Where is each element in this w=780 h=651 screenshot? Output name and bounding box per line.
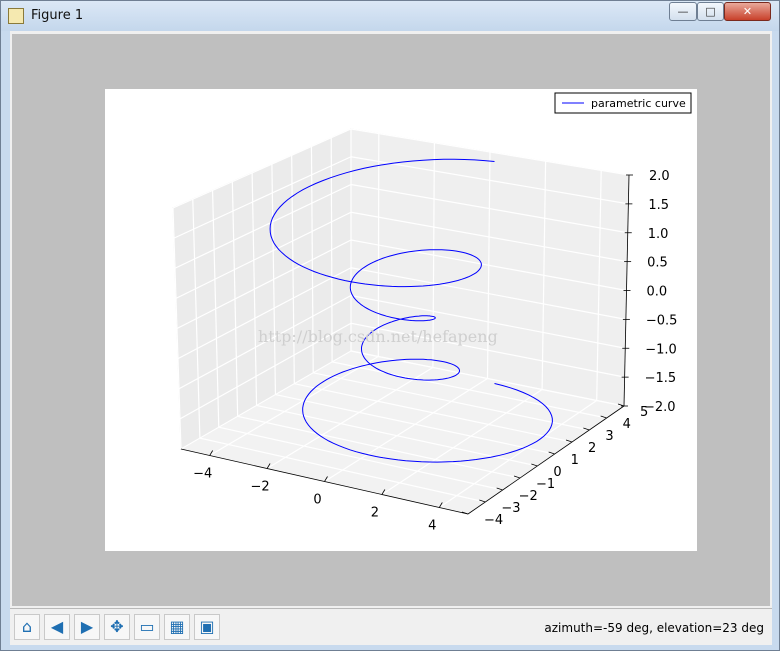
plot-canvas-area[interactable]: −4 −2 0 2 4 −4 −3 −2 −1 0 1 2 3 4 5 2.0 1.5 1.0 0.5 0.0 −0.5… <box>12 34 770 606</box>
y-tick-label: 4 <box>623 417 631 432</box>
navigation-toolbar: azimuth=-59 deg, elevation=23 deg ⌂ ◀ ▶ ✥ ▭ ▦… <box>10 608 772 645</box>
maximize-button[interactable]: □ <box>697 2 724 21</box>
title-bar[interactable]: Figure 1 — □ ✕ <box>1 1 779 31</box>
forward-arrow-icon[interactable]: ▶ <box>74 614 100 640</box>
z-tick-label: 1.0 <box>648 227 669 242</box>
app-icon <box>8 8 24 24</box>
status-readout: azimuth=-59 deg, elevation=23 deg <box>544 621 764 635</box>
y-tick-label: 3 <box>605 429 613 444</box>
z-tick-label: −2.0 <box>644 400 676 415</box>
y-tick-label: 2 <box>588 441 596 456</box>
z-tick-label: −0.5 <box>646 313 678 328</box>
y-tick-label: −2 <box>519 489 538 504</box>
z-tick-label: 0.0 <box>647 285 668 300</box>
save-floppy-icon[interactable]: ▣ <box>194 614 220 640</box>
close-button[interactable]: ✕ <box>724 2 771 21</box>
z-tick-label: −1.0 <box>645 342 677 357</box>
figure-window: Figure 1 — □ ✕ −4 −2 0 2 4 −4 −3 −2 −1 0 1 2 3 4 5 2.0 1… <box>0 0 780 651</box>
home-icon[interactable]: ⌂ <box>14 614 40 640</box>
y-tick-label: −4 <box>484 513 503 528</box>
plot-canvas[interactable]: −4−2024 −4−3−2−10123452.01.51.00.50.0−0.5… <box>12 34 770 606</box>
z-tick-label: −1.5 <box>645 371 677 386</box>
z-tick-label: 0.5 <box>647 256 668 271</box>
z-tick-label: 2.0 <box>649 169 670 184</box>
y-tick-label: 0 <box>553 465 561 480</box>
x-tick-label: 0 <box>313 493 321 508</box>
x-tick-label: 4 <box>428 519 436 534</box>
legend: parametric curve <box>554 92 692 114</box>
zoom-rect-icon[interactable]: ▭ <box>134 614 160 640</box>
pan-move-icon[interactable]: ✥ <box>104 614 130 640</box>
window-title: Figure 1 <box>31 8 84 23</box>
y-tick-label: −1 <box>536 477 555 492</box>
y-tick-label: −3 <box>501 501 520 516</box>
figure-client-area: −4 −2 0 2 4 −4 −3 −2 −1 0 1 2 3 4 5 2.0 1.5 1.0 0.5 0.0 −0.5… <box>10 31 772 645</box>
y-tick-label: 1 <box>571 453 579 468</box>
legend-label: parametric curve <box>591 97 686 110</box>
x-tick-label: −4 <box>193 467 212 482</box>
subplots-config-icon[interactable]: ▦ <box>164 614 190 640</box>
z-tick-label: 1.5 <box>648 198 669 213</box>
x-tick-label: 2 <box>371 506 379 521</box>
minimize-button[interactable]: — <box>669 2 697 21</box>
x-tick-label: −2 <box>251 480 270 495</box>
back-arrow-icon[interactable]: ◀ <box>44 614 70 640</box>
watermark-text: http://blog.csdn.net/hefapeng <box>258 327 498 346</box>
